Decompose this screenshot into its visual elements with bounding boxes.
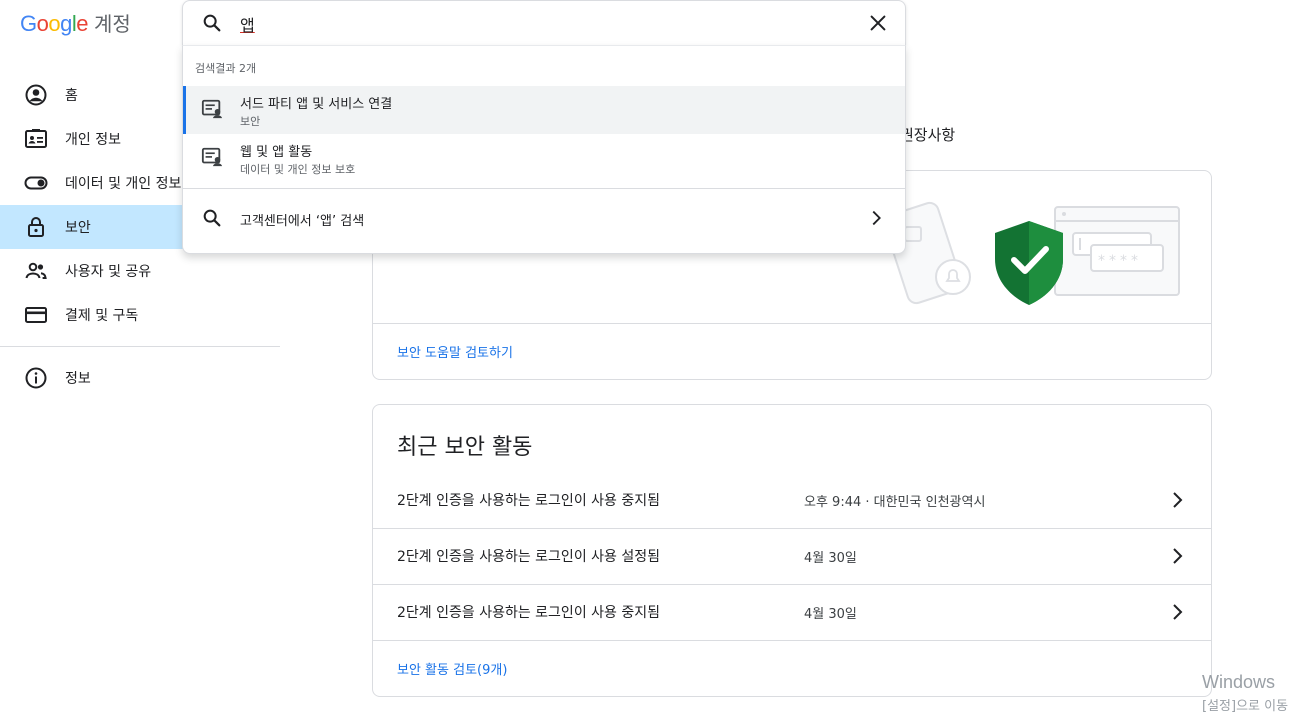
toggle-icon [24, 171, 48, 195]
settings-account-icon [201, 98, 223, 124]
info-icon [24, 366, 48, 390]
review-security-activity-link[interactable]: 보안 활동 검토(9개) [397, 659, 507, 678]
dropdown-divider [183, 188, 905, 189]
search-result-item[interactable]: 웹 및 앱 활동 데이터 및 개인 정보 보호 [183, 134, 905, 182]
activity-row[interactable]: 2단계 인증을 사용하는 로그인이 사용 설정됨 4월 30일 [373, 528, 1211, 585]
activity-description: 2단계 인증을 사용하는 로그인이 사용 중지됨 [397, 493, 660, 509]
security-tips-row[interactable]: 보안 도움말 검토하기 [373, 323, 1211, 380]
sidebar-item-people-sharing[interactable]: 사용자 및 공유 [0, 249, 280, 293]
chevron-right-icon [1165, 544, 1189, 572]
sidebar-item-label: 사용자 및 공유 [65, 264, 152, 280]
people-icon [24, 259, 48, 283]
activity-time: 4월 30일 [804, 607, 857, 622]
logo-letter: g [60, 11, 72, 36]
search-icon [201, 207, 223, 233]
sidebar-item-label: 결제 및 구독 [65, 308, 139, 324]
sidebar-divider [0, 346, 280, 347]
password-mask: **** [1098, 253, 1142, 269]
google-account-logo[interactable]: Google 계정 [20, 8, 131, 36]
help-center-search-label: 고객센터에서 ‘앱’ 검색 [240, 214, 365, 229]
sidebar-item-label: 개인 정보 [65, 132, 121, 148]
security-illustration: **** [883, 201, 1183, 313]
google-wordmark: Google [20, 11, 89, 37]
id-card-icon [24, 127, 48, 151]
logo-letter: e [76, 11, 89, 36]
search-query-composing: 앱 [240, 16, 255, 35]
settings-account-icon [201, 146, 223, 172]
search-result-subtitle: 보안 [240, 115, 261, 128]
card-title: 최근 보안 활동 [397, 435, 533, 460]
watermark-subtitle: [설정]으로 이동 [1202, 699, 1289, 714]
logo-letter: G [20, 11, 37, 36]
search-bar[interactable]: 앱 [182, 0, 906, 45]
search-result-subtitle: 데이터 및 개인 정보 보호 [240, 163, 356, 176]
help-center-search-item[interactable]: 고객센터에서 ‘앱’ 검색 [183, 196, 905, 242]
activity-time: 오후 9:44 · 대한민국 인천광역시 [804, 495, 986, 510]
logo-letter: o [36, 11, 49, 36]
sidebar-item-label: 정보 [65, 371, 91, 387]
windows-activation-watermark: Windows [설정]으로 이동 [1202, 672, 1288, 714]
activity-row[interactable]: 2단계 인증을 사용하는 로그인이 사용 중지됨 오후 9:44 · 대한민국 … [373, 472, 1211, 529]
account-circle-icon [24, 83, 48, 107]
search-results-dropdown: 검색결과 2개 서드 파티 앱 및 서비스 연결 보안 웹 및 앱 활동 데이터… [182, 45, 906, 254]
review-security-tips-link[interactable]: 보안 도움말 검토하기 [397, 342, 513, 361]
search-result-count: 검색결과 2개 [195, 62, 257, 75]
search-result-title: 웹 및 앱 활동 [240, 145, 313, 160]
chevron-right-icon [1165, 600, 1189, 628]
logo-letter: o [48, 11, 61, 36]
sidebar-item-payments[interactable]: 결제 및 구독 [0, 293, 280, 337]
sidebar-item-about[interactable]: 정보 [0, 356, 280, 400]
search-result-item[interactable]: 서드 파티 앱 및 서비스 연결 보안 [183, 86, 905, 134]
chevron-right-icon [865, 207, 887, 233]
credit-card-icon [24, 303, 48, 327]
close-icon[interactable] [867, 12, 889, 38]
watermark-title: Windows [1202, 672, 1276, 692]
activity-description: 2단계 인증을 사용하는 로그인이 사용 설정됨 [397, 549, 660, 565]
lock-icon [24, 215, 48, 239]
activity-time: 4월 30일 [804, 551, 857, 566]
chevron-right-icon [1165, 488, 1189, 516]
activity-row[interactable]: 2단계 인증을 사용하는 로그인이 사용 중지됨 4월 30일 [373, 584, 1211, 641]
search-input[interactable]: 앱 [240, 12, 255, 36]
sidebar-item-label: 홈 [65, 88, 78, 104]
search-result-title: 서드 파티 앱 및 서비스 연결 [240, 97, 393, 112]
recommendation-heading: 권장사항 [900, 126, 956, 144]
recent-security-activity-card: 최근 보안 활동 2단계 인증을 사용하는 로그인이 사용 중지됨 오후 9:4… [372, 404, 1212, 697]
activity-description: 2단계 인증을 사용하는 로그인이 사용 중지됨 [397, 605, 660, 621]
search-icon[interactable] [201, 12, 223, 38]
sidebar-item-label: 보안 [65, 220, 91, 236]
product-name: 계정 [94, 12, 131, 36]
